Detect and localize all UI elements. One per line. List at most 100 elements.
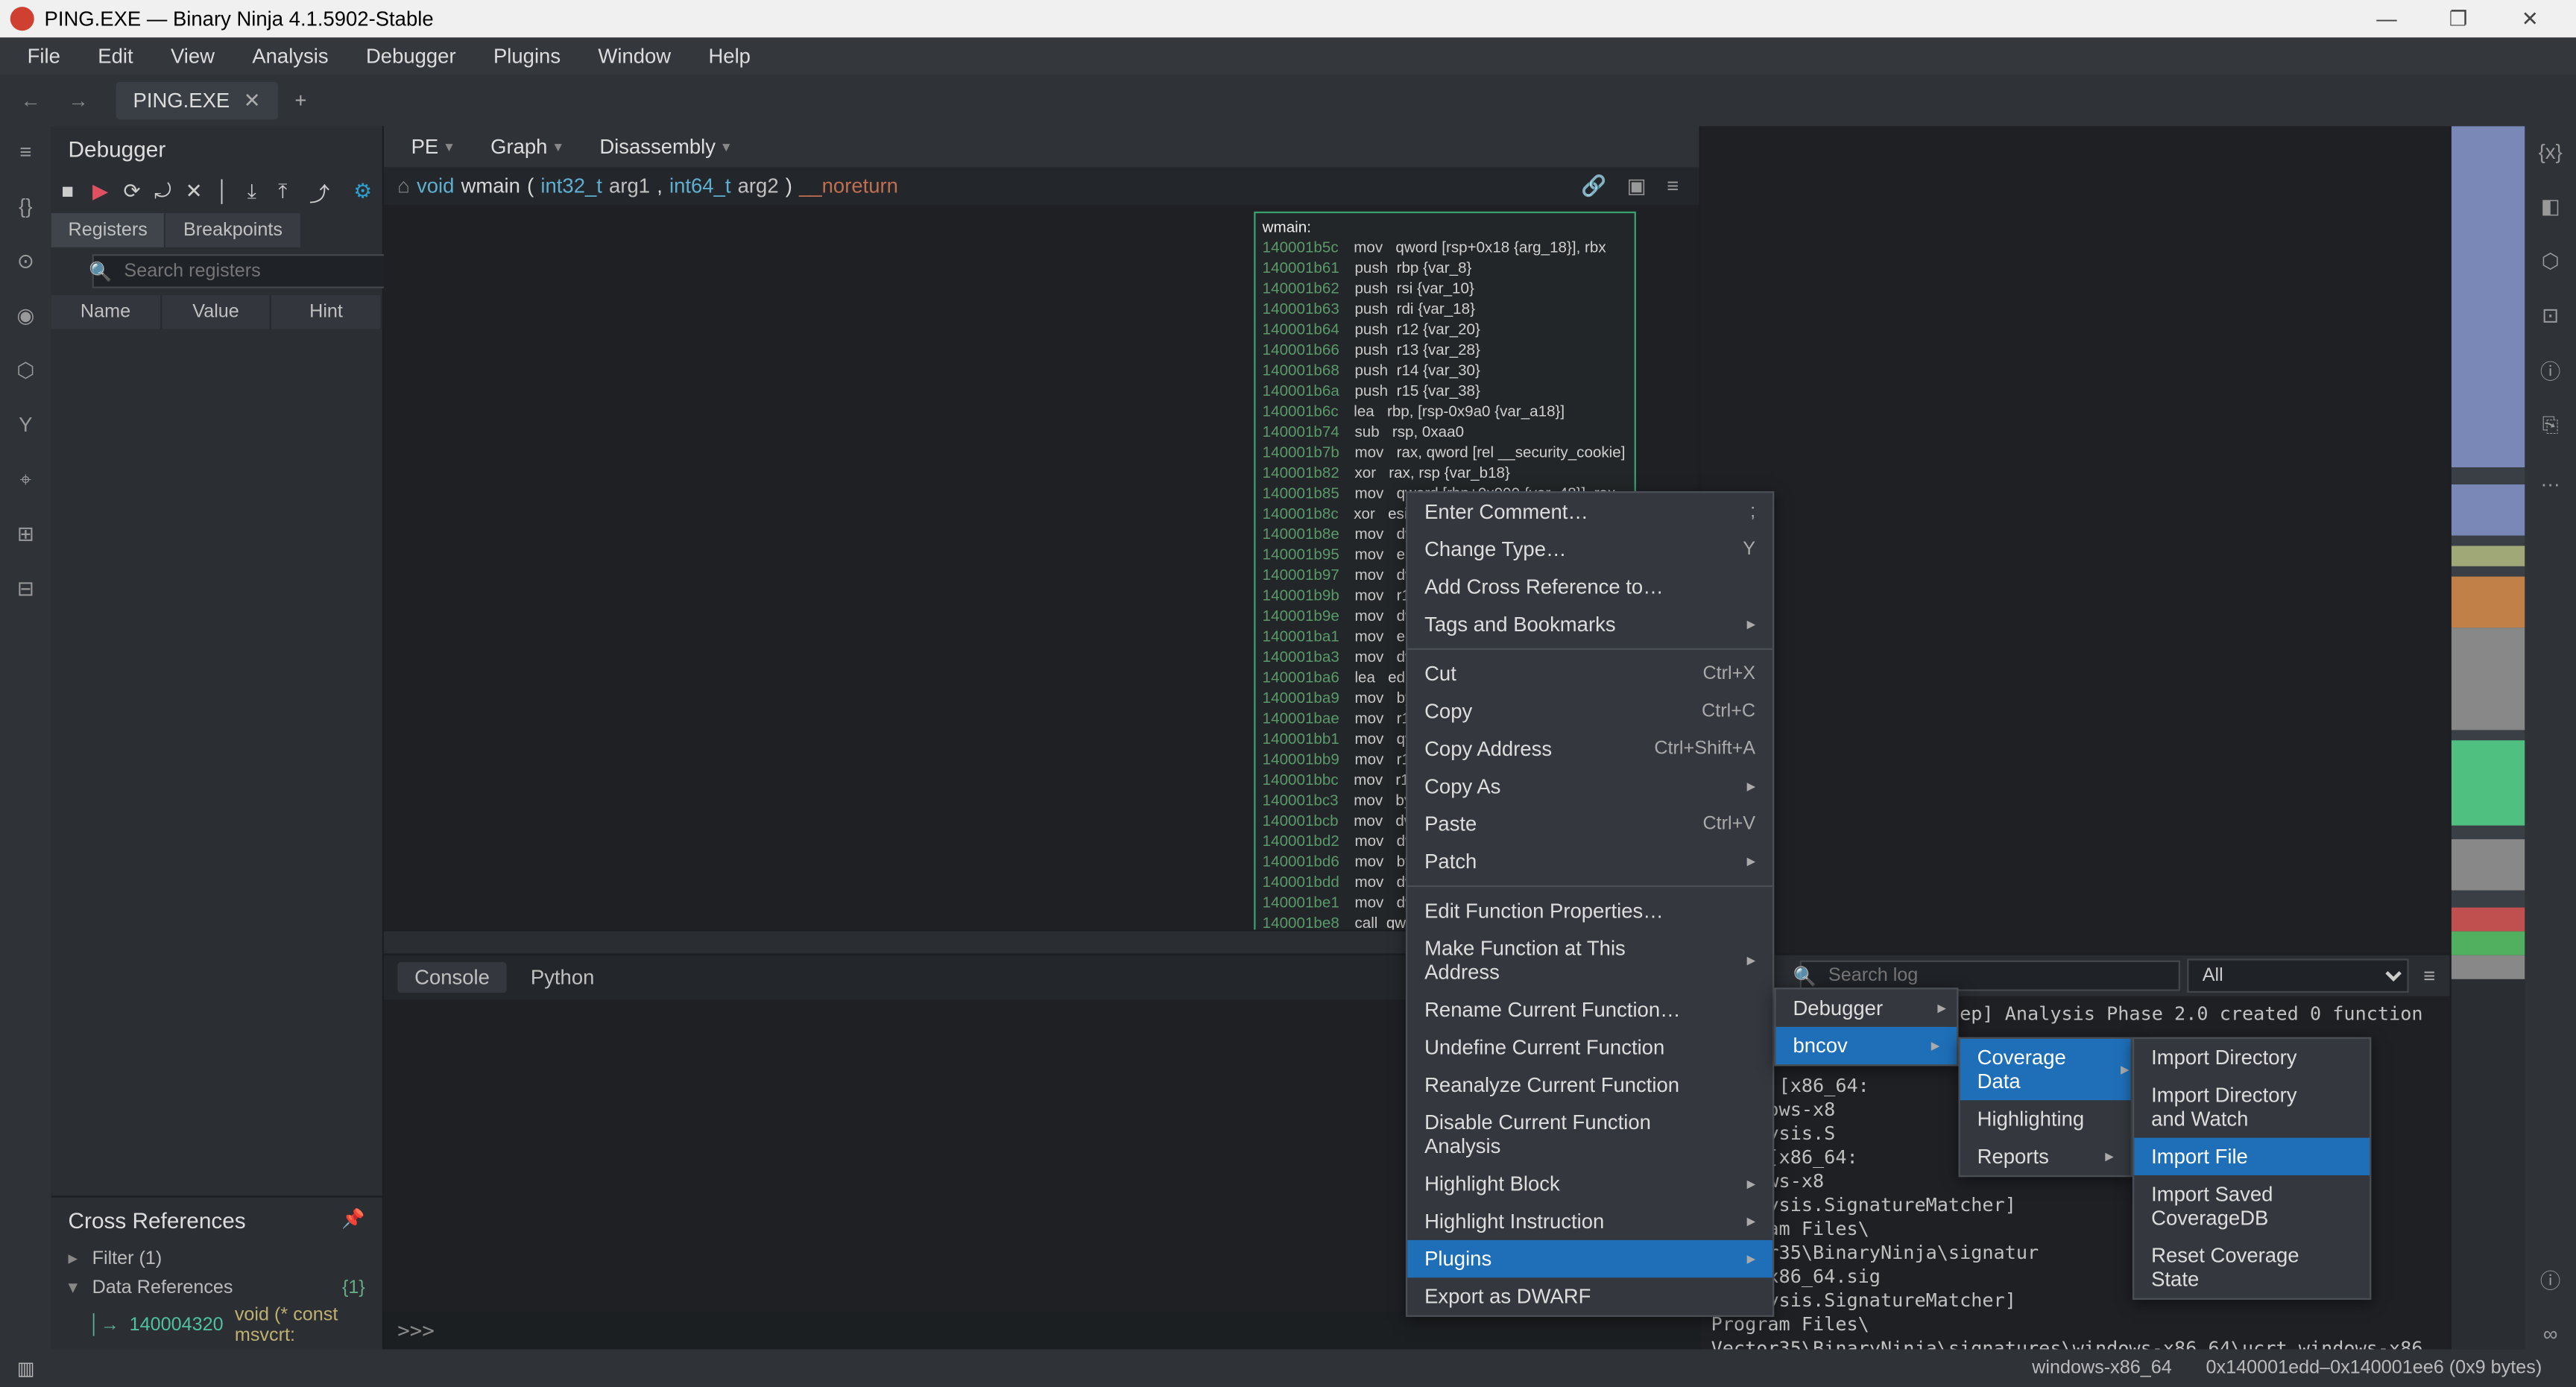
- viewtab-pe[interactable]: PE▾: [397, 131, 467, 162]
- console-tab-python[interactable]: Python: [514, 962, 611, 993]
- menu-item[interactable]: Export as DWARF: [1407, 1277, 1772, 1315]
- reg-col-value[interactable]: Value: [162, 295, 272, 329]
- rail-branch-icon[interactable]: Y: [10, 409, 41, 440]
- reg-col-hint[interactable]: Hint: [272, 295, 382, 329]
- menu-item[interactable]: Patch▸: [1407, 843, 1772, 880]
- rail-square-icon[interactable]: ⊡: [2535, 300, 2566, 331]
- context-menu-plugins[interactable]: Debugger▸bncov▸: [1774, 988, 1958, 1066]
- menu-item[interactable]: Highlight Instruction▸: [1407, 1203, 1772, 1240]
- rail-stack-icon[interactable]: ⊞: [10, 519, 41, 549]
- viewtab-graph[interactable]: Graph▾: [477, 131, 575, 162]
- tab-registers[interactable]: Registers: [51, 213, 166, 247]
- minimap-segment[interactable]: [2452, 730, 2525, 741]
- dbg-reload-icon[interactable]: ⤾: [154, 179, 171, 206]
- xref-filter-row[interactable]: ▸ Filter (1): [51, 1244, 382, 1273]
- menu-item[interactable]: Reset Coverage State: [2134, 1236, 2370, 1298]
- file-tab-close[interactable]: ✕: [244, 89, 261, 113]
- graph-line[interactable]: 140001b74 sub rsp, 0xaa0: [1263, 421, 1628, 441]
- menu-item[interactable]: Undefine Current Function: [1407, 1029, 1772, 1066]
- menu-edit[interactable]: Edit: [80, 41, 150, 72]
- menu-item[interactable]: Plugins▸: [1407, 1240, 1772, 1277]
- nav-back[interactable]: ←: [10, 80, 51, 121]
- dbg-stepin-icon[interactable]: ⤓: [247, 179, 265, 206]
- minimap-segment[interactable]: [2452, 566, 2525, 577]
- addr-menu-icon[interactable]: ≡: [1660, 174, 1685, 198]
- menu-item[interactable]: bncov▸: [1776, 1027, 1957, 1064]
- menu-view[interactable]: View: [154, 41, 232, 72]
- addr-link-icon[interactable]: 🔗: [1574, 174, 1614, 198]
- rail-vars-icon[interactable]: {x}: [2535, 136, 2566, 167]
- graph-line[interactable]: 140001b6a push r15 {var_38}: [1263, 380, 1628, 400]
- dbg-run-icon[interactable]: ▶: [92, 179, 110, 206]
- menu-item[interactable]: Add Cross Reference to…: [1407, 568, 1772, 605]
- menu-item[interactable]: Reports▸: [1960, 1138, 2131, 1175]
- log-filter-select[interactable]: All: [2187, 959, 2409, 993]
- graph-line[interactable]: 140001b61 push rbp {var_8}: [1263, 258, 1628, 278]
- rail-info2-icon[interactable]: ⓘ: [2535, 1264, 2566, 1295]
- rail-layers-icon[interactable]: ◧: [2535, 191, 2566, 221]
- menu-item[interactable]: Edit Function Properties…: [1407, 892, 1772, 929]
- minimap-segment[interactable]: [2452, 908, 2525, 932]
- rail-more-icon[interactable]: …: [2535, 464, 2566, 495]
- rail-target-icon[interactable]: ⊙: [10, 246, 41, 277]
- minimap-segment[interactable]: [2452, 628, 2525, 730]
- minimap-segment[interactable]: [2452, 126, 2525, 467]
- menu-item[interactable]: Debugger▸: [1776, 989, 1957, 1026]
- menu-item[interactable]: Change Type…Y: [1407, 531, 1772, 568]
- minimap-segment[interactable]: [2452, 577, 2525, 628]
- menu-item[interactable]: Coverage Data▸: [1960, 1039, 2131, 1100]
- file-tab[interactable]: PING.EXE ✕: [116, 82, 278, 119]
- menu-item[interactable]: Disable Current Function Analysis: [1407, 1104, 1772, 1165]
- menu-item[interactable]: Enter Comment…;: [1407, 493, 1772, 530]
- close-button[interactable]: ✕: [2494, 1, 2566, 36]
- addr-split-icon[interactable]: ▣: [1620, 174, 1652, 198]
- minimap-segment[interactable]: [2452, 467, 2525, 484]
- dbg-settings-icon[interactable]: ⚙: [353, 179, 372, 206]
- menu-item[interactable]: Import Saved CoverageDB: [2134, 1175, 2370, 1236]
- register-search-input[interactable]: [92, 254, 399, 288]
- minimap-segment[interactable]: [2452, 826, 2525, 839]
- status-terminal-icon[interactable]: ▥: [17, 1357, 35, 1380]
- dbg-stepout-icon[interactable]: ⤴: [309, 179, 330, 206]
- new-tab-button[interactable]: +: [277, 82, 323, 119]
- context-menu-coverage[interactable]: Import DirectoryImport Directory and Wat…: [2133, 1037, 2371, 1300]
- rail-copy-icon[interactable]: ⎘: [2535, 409, 2566, 440]
- rail-loop-icon[interactable]: ∞: [2535, 1318, 2566, 1349]
- menu-item[interactable]: Highlight Block▸: [1407, 1165, 1772, 1202]
- context-menu-main[interactable]: Enter Comment…;Change Type…YAdd Cross Re…: [1406, 491, 1774, 1317]
- menu-item[interactable]: Rename Current Function…: [1407, 991, 1772, 1029]
- maximize-button[interactable]: ❐: [2422, 1, 2494, 36]
- graph-line[interactable]: 140001b63 push rdi {var_18}: [1263, 299, 1628, 319]
- graph-line[interactable]: 140001b7b mov rax, qword [rel __security…: [1263, 442, 1628, 462]
- viewtab-disasm[interactable]: Disassembly▾: [586, 131, 744, 162]
- dbg-cancel-icon[interactable]: ✕: [186, 179, 203, 206]
- tab-breakpoints[interactable]: Breakpoints: [166, 213, 301, 247]
- minimap-segment[interactable]: [2452, 932, 2525, 955]
- context-menu-bncov[interactable]: Coverage Data▸Highlighting▸Reports▸: [1958, 1037, 2132, 1178]
- minimize-button[interactable]: —: [2351, 1, 2422, 36]
- menu-analysis[interactable]: Analysis: [235, 41, 345, 72]
- graph-line[interactable]: 140001b6c lea rbp, [rsp-0x9a0 {var_a18}]: [1263, 401, 1628, 421]
- menu-file[interactable]: File: [10, 41, 78, 72]
- menu-item[interactable]: CutCtrl+X: [1407, 655, 1772, 692]
- reg-col-name[interactable]: Name: [51, 295, 162, 329]
- minimap-segment[interactable]: [2452, 740, 2525, 825]
- console-prompt[interactable]: >>>: [384, 1312, 1699, 1349]
- menu-item[interactable]: CopyCtrl+C: [1407, 692, 1772, 730]
- dbg-stop-icon[interactable]: ■: [61, 179, 78, 206]
- log-menu-icon[interactable]: ≡: [2416, 964, 2443, 988]
- minimap-segment[interactable]: [2452, 839, 2525, 891]
- menu-plugins[interactable]: Plugins: [476, 41, 578, 72]
- nav-forward[interactable]: →: [58, 80, 99, 121]
- rail-hex-icon[interactable]: ⬡: [10, 355, 41, 385]
- minimap-segment[interactable]: [2452, 536, 2525, 546]
- graph-line[interactable]: 140001b66 push r13 {var_28}: [1263, 339, 1628, 359]
- menu-item[interactable]: Copy AddressCtrl+Shift+A: [1407, 730, 1772, 768]
- minimap-segment[interactable]: [2452, 891, 2525, 908]
- menu-item[interactable]: Highlighting▸: [1960, 1100, 2131, 1137]
- rail-info-icon[interactable]: ⓘ: [2535, 355, 2566, 385]
- dbg-restart-icon[interactable]: ⟳: [124, 179, 141, 206]
- graph-line[interactable]: 140001b68 push r14 {var_30}: [1263, 360, 1628, 380]
- log-search-input[interactable]: [1799, 961, 2180, 991]
- menu-window[interactable]: Window: [581, 41, 688, 72]
